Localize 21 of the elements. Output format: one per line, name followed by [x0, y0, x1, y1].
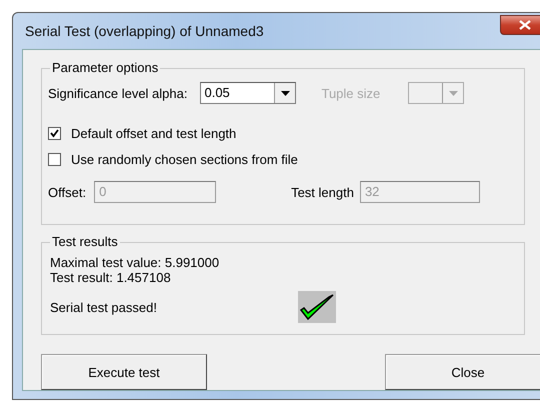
checkbox-label: Default offset and test length [71, 126, 236, 140]
result-text: Test result: 1.457108 [50, 270, 172, 285]
group-label: Parameter options [50, 60, 160, 75]
field-label: Significance level alpha: [48, 86, 188, 100]
caret-icon [448, 90, 458, 96]
field-label: Offset: [48, 184, 86, 200]
dropdown[interactable]: 0.05 [200, 82, 296, 104]
close-dialog-button[interactable]: Close [385, 354, 540, 390]
checkbox-label: Use randomly chosen sections from file [71, 152, 298, 166]
result-text: Serial test passed! [50, 300, 158, 314]
result-text: Maximal test value: 5.991000 [50, 255, 220, 270]
window-title: Serial Test (overlapping) of Unnamed3 [24, 23, 264, 39]
execute-button[interactable]: Execute test [41, 354, 207, 390]
checkbox[interactable] [48, 126, 61, 140]
field-label: Tuple size [321, 86, 380, 100]
close-icon [519, 20, 531, 30]
checkbox[interactable] [48, 152, 61, 166]
field-label: Test length [291, 184, 354, 200]
close-button[interactable] [500, 15, 540, 35]
caret-icon [280, 90, 290, 96]
group-label: Test results [50, 234, 120, 249]
